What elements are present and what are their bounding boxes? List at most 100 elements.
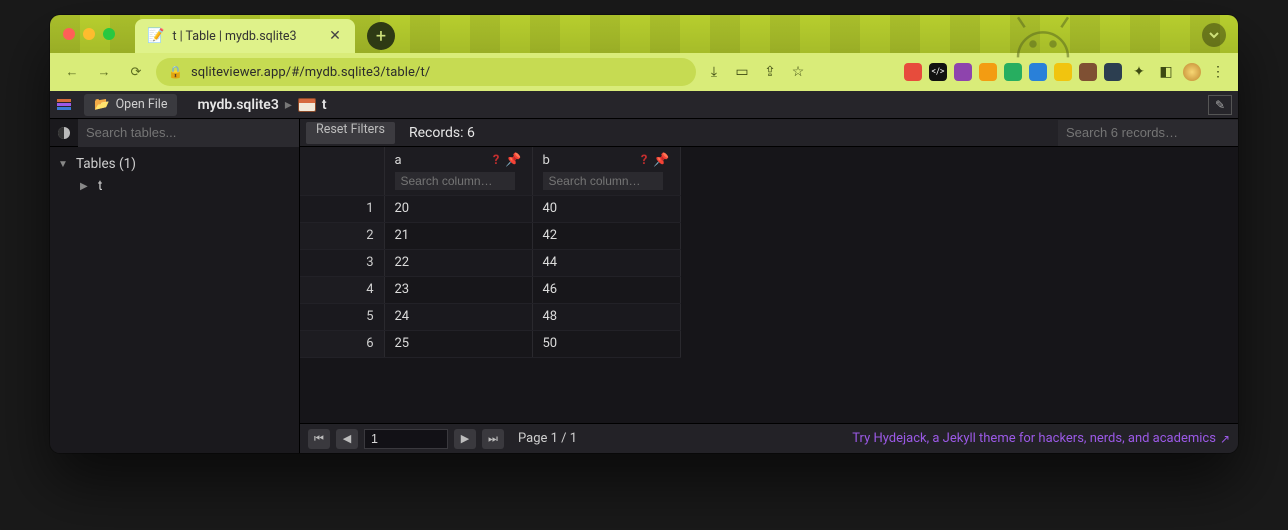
main-toolbar: Reset Filters Records: 6: [300, 119, 1238, 147]
column-name: a: [395, 153, 402, 168]
cell-a[interactable]: 23: [384, 276, 532, 303]
new-tab-button[interactable]: +: [367, 22, 395, 50]
page-label: Page 1 / 1: [518, 431, 577, 446]
tab-title: t | Table | mydb.sqlite3: [172, 29, 296, 44]
extension-icon[interactable]: [954, 63, 972, 81]
nav-back-button[interactable]: ←: [60, 64, 84, 80]
extension-icon[interactable]: [1104, 63, 1122, 81]
column-header-a[interactable]: a ? 📌: [384, 147, 532, 195]
main-panel: Reset Filters Records: 6: [300, 119, 1238, 453]
nav-forward-button[interactable]: →: [92, 64, 116, 80]
pin-icon[interactable]: 📌: [653, 153, 669, 168]
tab-close-button[interactable]: ✕: [327, 28, 343, 44]
row-number-cell: 1: [300, 195, 384, 222]
open-file-button[interactable]: 📂 Open File: [84, 94, 177, 116]
search-tables-input[interactable]: [78, 119, 299, 147]
cell-a[interactable]: 20: [384, 195, 532, 222]
sidebar: ▼ Tables (1) ▶ t: [50, 119, 300, 453]
table-row[interactable]: 32244: [300, 249, 680, 276]
window-minimize-button[interactable]: [83, 28, 95, 40]
browser-titlebar: 📝 t | Table | mydb.sqlite3 ✕ +: [50, 15, 1238, 53]
tables-tree: ▼ Tables (1) ▶ t: [50, 147, 299, 197]
cell-b[interactable]: 46: [532, 276, 680, 303]
folder-icon: 📂: [94, 97, 110, 112]
extensions-menu-icon[interactable]: ✦: [1129, 63, 1149, 81]
table-row[interactable]: 62550: [300, 330, 680, 357]
column-name: b: [543, 153, 550, 168]
window-close-button[interactable]: [63, 28, 75, 40]
sidepanel-icon[interactable]: ◧: [1156, 63, 1176, 81]
external-link-icon: ↗: [1220, 432, 1230, 446]
tab-favicon-icon: 📝: [147, 28, 164, 44]
tree-root-label: Tables (1): [76, 156, 136, 172]
extension-icon[interactable]: [904, 63, 922, 81]
android-robot-decoration: [998, 15, 1088, 59]
tree-root[interactable]: ▼ Tables (1): [54, 153, 295, 175]
extension-icon[interactable]: [1079, 63, 1097, 81]
column-search-input[interactable]: [543, 172, 663, 190]
window-zoom-button[interactable]: [103, 28, 115, 40]
browser-tab[interactable]: 📝 t | Table | mydb.sqlite3 ✕: [135, 19, 355, 53]
extension-icon[interactable]: [1004, 63, 1022, 81]
column-header-b[interactable]: b ? 📌: [532, 147, 680, 195]
reader-icon[interactable]: ▭: [732, 63, 752, 81]
tab-overflow-button[interactable]: [1202, 23, 1226, 47]
page-prev-button[interactable]: ◀: [336, 429, 358, 449]
cell-b[interactable]: 44: [532, 249, 680, 276]
cell-b[interactable]: 48: [532, 303, 680, 330]
table-row[interactable]: 42346: [300, 276, 680, 303]
cell-a[interactable]: 22: [384, 249, 532, 276]
page-number-input[interactable]: [364, 429, 448, 449]
theme-toggle-button[interactable]: [50, 119, 78, 147]
share-icon[interactable]: ⇪: [760, 63, 780, 81]
page-next-button[interactable]: ▶: [454, 429, 476, 449]
breadcrumb-db[interactable]: mydb.sqlite3: [197, 97, 278, 113]
extension-icon[interactable]: [1054, 63, 1072, 81]
cell-a[interactable]: 24: [384, 303, 532, 330]
column-search-input[interactable]: [395, 172, 515, 190]
browser-window: 📝 t | Table | mydb.sqlite3 ✕ + ← → ⟳ 🔒 s…: [50, 15, 1238, 453]
extension-icon[interactable]: </>: [929, 63, 947, 81]
tree-table-item[interactable]: ▶ t: [54, 175, 295, 197]
promo-link-text: Try Hydejack, a Jekyll theme for hackers…: [852, 431, 1216, 446]
page-first-button[interactable]: ⏮: [308, 429, 330, 449]
pin-icon[interactable]: 📌: [505, 153, 521, 168]
nav-reload-button[interactable]: ⟳: [124, 65, 148, 80]
install-app-icon[interactable]: ⤓: [704, 63, 724, 81]
table-row[interactable]: 52448: [300, 303, 680, 330]
reset-filters-button[interactable]: Reset Filters: [306, 122, 395, 144]
chevron-down-icon: ▼: [58, 159, 72, 170]
row-number-cell: 5: [300, 303, 384, 330]
page-last-button[interactable]: ⏭: [482, 429, 504, 449]
promo-link[interactable]: Try Hydejack, a Jekyll theme for hackers…: [852, 431, 1230, 446]
table-row[interactable]: 12040: [300, 195, 680, 222]
table-row[interactable]: 22142: [300, 222, 680, 249]
breadcrumb-separator-icon: ▸: [285, 97, 292, 113]
breadcrumb: mydb.sqlite3 ▸ t: [197, 97, 326, 113]
row-number-cell: 4: [300, 276, 384, 303]
row-number-header: [300, 147, 384, 195]
row-number-cell: 3: [300, 249, 384, 276]
cell-a[interactable]: 25: [384, 330, 532, 357]
breadcrumb-table[interactable]: t: [322, 97, 327, 113]
extension-icon[interactable]: [979, 63, 997, 81]
search-records-input[interactable]: [1058, 120, 1238, 146]
browser-menu-icon[interactable]: ⋮: [1208, 63, 1228, 81]
bookmark-icon[interactable]: ☆: [788, 63, 808, 81]
reset-filters-label: Reset Filters: [316, 122, 385, 137]
sidebar-top: [50, 119, 299, 147]
cell-b[interactable]: 50: [532, 330, 680, 357]
extension-icon[interactable]: [1029, 63, 1047, 81]
cell-a[interactable]: 21: [384, 222, 532, 249]
nullable-indicator-icon: ?: [641, 153, 647, 168]
url-bar[interactable]: 🔒 sqliteviewer.app/#/mydb.sqlite3/table/…: [156, 58, 696, 86]
cell-b[interactable]: 42: [532, 222, 680, 249]
lock-icon: 🔒: [168, 65, 183, 79]
row-number-cell: 6: [300, 330, 384, 357]
table-icon: [298, 98, 316, 112]
cell-b[interactable]: 40: [532, 195, 680, 222]
records-count-label: Records: 6: [409, 125, 475, 141]
profile-avatar[interactable]: [1183, 63, 1201, 81]
edit-toggle-button[interactable]: ✎: [1208, 95, 1232, 115]
row-number-cell: 2: [300, 222, 384, 249]
